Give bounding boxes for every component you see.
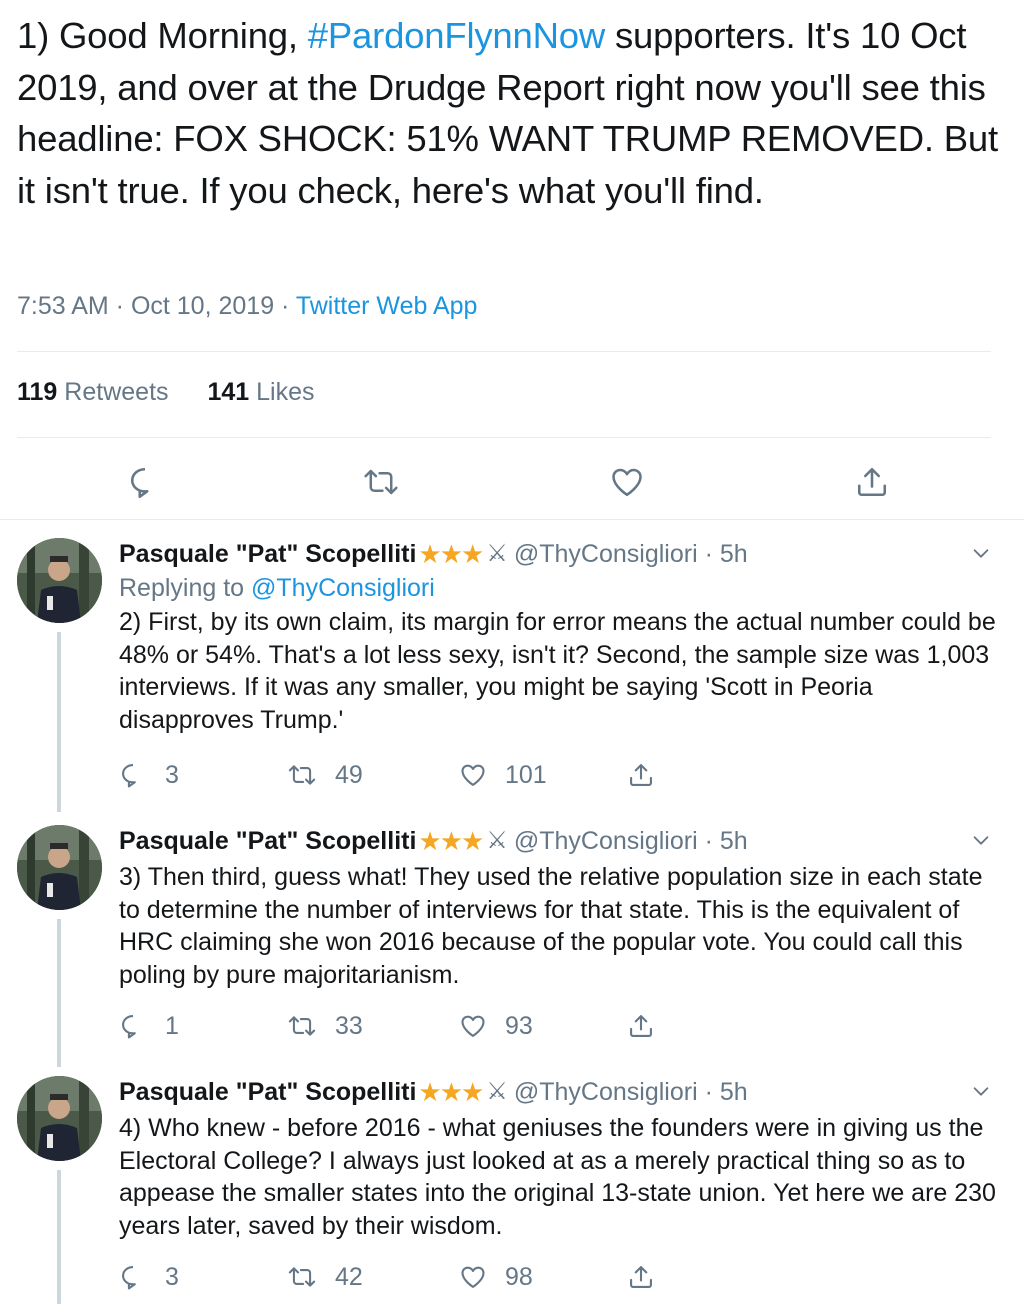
heart-icon: [612, 468, 642, 497]
comment-bubble-icon: [130, 467, 149, 498]
replying-label: Replying to: [119, 574, 252, 602]
thread-line: [57, 919, 61, 1067]
retweet-button[interactable]: 49: [287, 759, 363, 791]
avatar[interactable]: [17, 1076, 102, 1161]
tweet-text-prefix: 1) Good Morning,: [17, 15, 308, 56]
reply-button[interactable]: 3: [119, 759, 179, 791]
reply-button[interactable]: [123, 460, 167, 504]
star-emoji: ★★★: [418, 1077, 484, 1107]
retweet-button[interactable]: [359, 460, 403, 504]
like-count: 98: [505, 1262, 533, 1291]
share-icon: [630, 1015, 652, 1037]
reply-header: Pasquale "Pat" Scopelliti ★★★ ⚔ @ThyConsigl…: [119, 1076, 999, 1108]
reply-header: Pasquale "Pat" Scopelliti ★★★ ⚔ @ThyConsigl…: [119, 538, 999, 570]
reply-text: 3) Then third, guess what! They used the…: [119, 863, 983, 989]
retweet-count: 49: [335, 760, 363, 789]
likes-count: 141: [207, 378, 250, 406]
share-button[interactable]: [627, 1261, 673, 1293]
retweet-icon: [288, 1267, 316, 1287]
author-handle[interactable]: @ThyConsigliori · 5h: [514, 1076, 748, 1108]
reply-action-bar: 1 33 93: [119, 1010, 679, 1042]
chevron-down-icon[interactable]: [970, 542, 992, 564]
share-button[interactable]: [850, 460, 894, 504]
like-button[interactable]: 101: [459, 759, 547, 791]
tweet-stats: 119 Retweets 141 Likes: [17, 378, 347, 407]
retweet-count: 42: [335, 1262, 363, 1291]
comment-bubble-icon: [122, 1266, 136, 1290]
reply-body: Pasquale "Pat" Scopelliti ★★★ ⚔ @ThyConsigl…: [119, 1076, 999, 1242]
hashtag-link[interactable]: #PardonFlynnNow: [308, 15, 605, 56]
avatar-photo: [17, 538, 102, 623]
retweet-count: 33: [335, 1011, 363, 1040]
author-name[interactable]: Pasquale "Pat" Scopelliti: [119, 825, 416, 857]
author-handle[interactable]: @ThyConsigliori · 5h: [514, 825, 748, 857]
like-button[interactable]: 98: [459, 1261, 533, 1293]
heart-icon: [461, 1015, 485, 1037]
tweet-timestamp: 7:53 AM · Oct 10, 2019 · Twitter Web App: [17, 292, 477, 321]
thread-line: [57, 1170, 61, 1304]
author-handle[interactable]: @ThyConsigliori · 5h: [514, 538, 748, 570]
share-icon: [857, 467, 887, 497]
reply-button[interactable]: 1: [119, 1010, 179, 1042]
retweets-stat[interactable]: 119 Retweets: [17, 378, 169, 406]
reply-body: Pasquale "Pat" Scopelliti ★★★ ⚔ @ThyConsigl…: [119, 538, 999, 736]
swords-emoji: ⚔: [486, 1078, 508, 1105]
heart-icon: [461, 1266, 485, 1288]
main-tweet: 1) Good Morning, #PardonFlynnNow support…: [17, 10, 1007, 216]
retweets-count: 119: [17, 378, 58, 406]
share-button[interactable]: [627, 1010, 673, 1042]
share-icon: [630, 764, 652, 786]
tweet-source-link[interactable]: Twitter Web App: [296, 292, 478, 320]
comment-bubble-icon: [122, 764, 136, 788]
like-count: 93: [505, 1011, 533, 1040]
likes-label: Likes: [256, 378, 315, 406]
reply-header: Pasquale "Pat" Scopelliti ★★★ ⚔ @ThyConsigl…: [119, 825, 999, 857]
retweets-label: Retweets: [64, 378, 169, 406]
retweet-icon: [288, 765, 316, 785]
reply-text: 4) Who knew - before 2016 - what geniuse…: [119, 1114, 996, 1240]
reply-count: 1: [165, 1011, 179, 1040]
main-action-bar: [0, 460, 1024, 504]
reply-body: Pasquale "Pat" Scopelliti ★★★ ⚔ @ThyConsigl…: [119, 825, 999, 991]
replying-to: Replying to @ThyConsigliori: [119, 570, 999, 606]
reply-count: 3: [165, 760, 179, 789]
star-emoji: ★★★: [418, 826, 484, 856]
retweet-button[interactable]: 42: [287, 1261, 363, 1293]
divider: [17, 351, 991, 352]
divider: [0, 519, 1024, 520]
retweet-icon: [288, 1016, 316, 1036]
chevron-down-icon[interactable]: [970, 1080, 992, 1102]
avatar[interactable]: [17, 825, 102, 910]
reply-text: 2) First, by its own claim, its margin f…: [119, 608, 996, 734]
retweet-button[interactable]: 33: [287, 1010, 363, 1042]
like-button[interactable]: 93: [459, 1010, 533, 1042]
heart-icon: [461, 764, 485, 786]
swords-emoji: ⚔: [486, 540, 508, 567]
reply-action-bar: 3 42 98: [119, 1261, 679, 1293]
reply-count: 3: [165, 1262, 179, 1291]
avatar-photo: [17, 1076, 102, 1161]
swords-emoji: ⚔: [486, 827, 508, 854]
tweet-time[interactable]: 7:53 AM · Oct 10, 2019 ·: [17, 292, 296, 320]
star-emoji: ★★★: [418, 539, 484, 569]
author-name[interactable]: Pasquale "Pat" Scopelliti: [119, 1076, 416, 1108]
avatar[interactable]: [17, 538, 102, 623]
author-name[interactable]: Pasquale "Pat" Scopelliti: [119, 538, 416, 570]
retweet-icon: [364, 469, 398, 495]
share-icon: [630, 1266, 652, 1288]
like-count: 101: [505, 760, 547, 789]
likes-stat[interactable]: 141 Likes: [207, 378, 314, 406]
replying-to-handle[interactable]: @ThyConsigliori: [251, 574, 435, 602]
thread-line: [57, 632, 61, 812]
like-button[interactable]: [605, 460, 649, 504]
avatar-photo: [17, 825, 102, 910]
reply-button[interactable]: 3: [119, 1261, 179, 1293]
divider: [17, 437, 991, 438]
main-tweet-text: 1) Good Morning, #PardonFlynnNow support…: [17, 10, 1007, 216]
reply-action-bar: 3 49 101: [119, 759, 679, 791]
share-button[interactable]: [627, 759, 673, 791]
comment-bubble-icon: [122, 1015, 136, 1039]
chevron-down-icon[interactable]: [970, 829, 992, 851]
